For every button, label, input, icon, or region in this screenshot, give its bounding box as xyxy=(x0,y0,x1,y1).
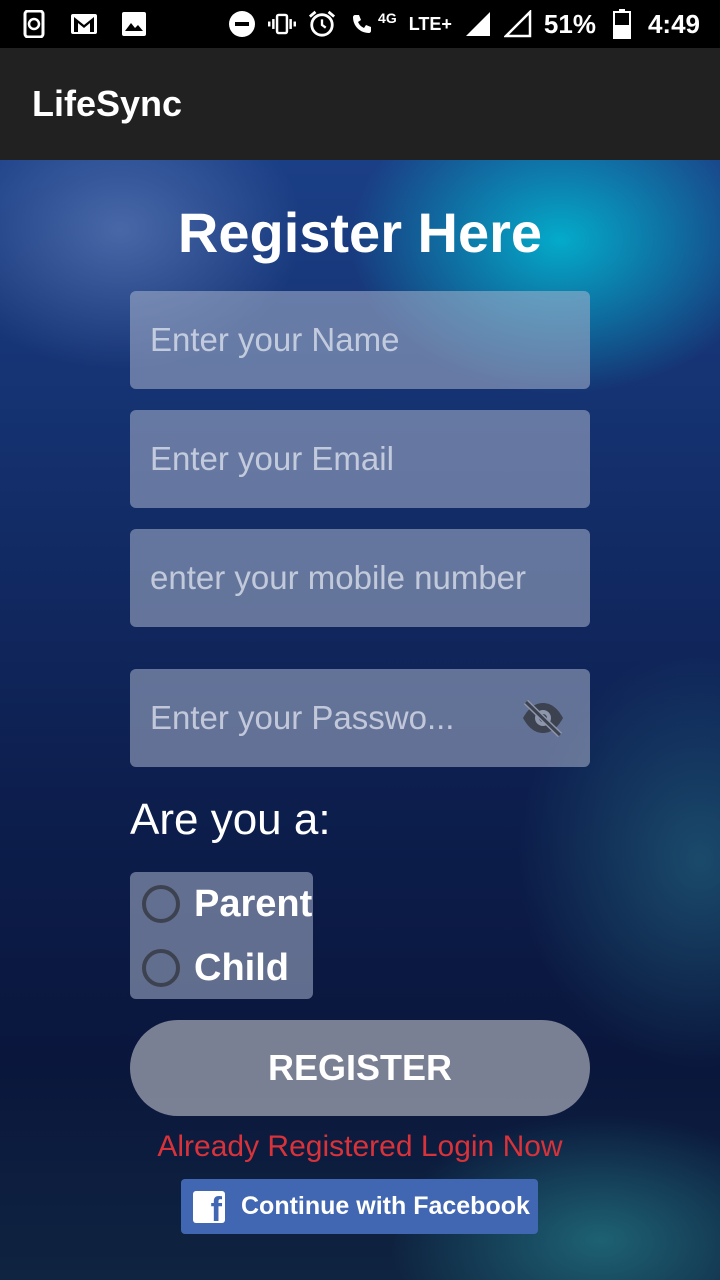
dnd-icon xyxy=(228,10,256,38)
app-title: LifeSync xyxy=(32,83,183,124)
status-bar: 4G LTE+ 51% 4:49 xyxy=(0,0,720,48)
signal-icon-2 xyxy=(503,10,532,38)
email-field[interactable] xyxy=(130,410,590,508)
alarm-icon xyxy=(308,10,336,38)
page-title: Register Here xyxy=(177,201,543,264)
image-icon xyxy=(120,10,148,38)
radio-circle-icon[interactable] xyxy=(142,949,180,987)
volte-call-group: 4G xyxy=(348,10,397,38)
facebook-login-button[interactable]: f Continue with Facebook xyxy=(181,1179,538,1234)
visibility-off-icon[interactable] xyxy=(520,697,566,739)
facebook-button-label: Continue with Facebook xyxy=(241,1192,530,1220)
password-input[interactable] xyxy=(150,669,490,767)
radio-circle-icon[interactable] xyxy=(142,885,180,923)
mobile-field[interactable] xyxy=(130,529,590,627)
name-input[interactable] xyxy=(150,291,590,389)
radio-child[interactable]: Child xyxy=(142,938,289,998)
gmail-icon xyxy=(70,10,98,38)
radio-child-label: Child xyxy=(194,946,289,989)
lte-label: LTE+ xyxy=(408,13,452,34)
login-link[interactable]: Already Registered Login Now xyxy=(0,1130,720,1164)
password-field[interactable] xyxy=(130,669,590,767)
network-type-label: 4G xyxy=(378,10,397,26)
register-button[interactable]: REGISTER xyxy=(130,1020,590,1116)
app-bar: LifeSync xyxy=(0,48,720,160)
clock: 4:49 xyxy=(647,8,700,39)
facebook-icon: f xyxy=(193,1190,225,1223)
role-question: Are you a: xyxy=(130,795,331,844)
volte-call-icon xyxy=(348,10,376,38)
battery-percent: 51% xyxy=(543,8,596,39)
email-input[interactable] xyxy=(150,410,590,508)
role-radio-group: Parent Child xyxy=(130,872,313,999)
name-field[interactable] xyxy=(130,291,590,389)
battery-icon xyxy=(608,9,636,39)
radio-parent[interactable]: Parent xyxy=(142,874,312,934)
vibrate-icon xyxy=(268,10,297,38)
mobile-input[interactable] xyxy=(150,529,590,627)
register-screen: Register Here Are you a: Parent Chi xyxy=(0,160,720,1280)
signal-icon xyxy=(464,10,492,38)
sync-phone-icon xyxy=(20,10,48,38)
radio-parent-label: Parent xyxy=(194,882,313,925)
